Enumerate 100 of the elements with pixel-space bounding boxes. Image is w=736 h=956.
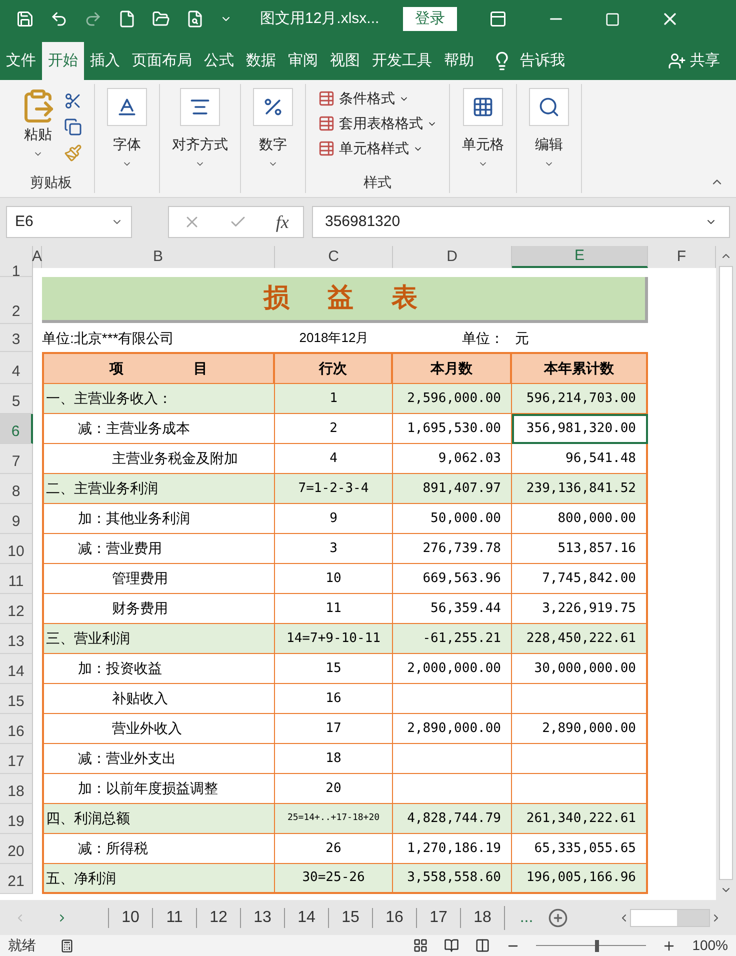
- ribbon-button[interactable]: 对齐方式: [172, 134, 228, 155]
- sheet-tab[interactable]: 14: [284, 908, 328, 928]
- ribbon-button[interactable]: 编辑: [535, 134, 563, 155]
- sheet-tab[interactable]: 10: [108, 908, 152, 928]
- month-amount-cell: 2,596,000.00: [393, 384, 512, 414]
- style-menu-button[interactable]: 条件格式: [318, 88, 437, 109]
- zoom-slider-thumb[interactable]: [594, 940, 599, 952]
- row-header[interactable]: 8: [0, 474, 33, 504]
- month-amount-cell: 4,828,744.79: [393, 804, 512, 834]
- column-header[interactable]: A: [33, 246, 42, 268]
- ribbon-tab[interactable]: 视图: [324, 42, 366, 80]
- row-header[interactable]: 6: [0, 414, 33, 444]
- ribbon-tab[interactable]: 帮助: [438, 42, 480, 80]
- row-header[interactable]: 21: [0, 864, 33, 894]
- print-preview-icon[interactable]: [186, 10, 204, 28]
- insert-function-button[interactable]: fx: [276, 208, 289, 236]
- sheet-tab[interactable]: 18: [460, 908, 504, 928]
- column-header[interactable]: C: [275, 246, 393, 268]
- item-cell: 减：营业外支出: [42, 744, 275, 774]
- year-amount-cell: 800,000.00: [512, 504, 648, 534]
- add-sheet-icon[interactable]: [548, 908, 568, 928]
- undo-icon[interactable]: [50, 10, 68, 28]
- row-header[interactable]: 7: [0, 444, 33, 474]
- ribbon-tab[interactable]: 开始: [42, 42, 84, 80]
- ribbon-tab[interactable]: 公式: [198, 42, 240, 80]
- new-file-icon[interactable]: [118, 10, 136, 28]
- ribbon-tab[interactable]: 数据: [240, 42, 282, 80]
- column-header[interactable]: F: [648, 246, 716, 268]
- cut-icon[interactable]: [64, 92, 82, 110]
- font-icon: [116, 96, 138, 118]
- row-header[interactable]: 9: [0, 504, 33, 534]
- line-number-cell: 17: [275, 714, 393, 744]
- horizontal-scrollbar[interactable]: [630, 908, 710, 926]
- line-number-cell: 26: [275, 834, 393, 864]
- zoom-in-icon[interactable]: [662, 938, 676, 952]
- style-menu-button[interactable]: 套用表格格式: [318, 113, 437, 134]
- sheet-tab[interactable]: 11: [152, 908, 196, 928]
- year-amount-cell: 7,745,842.00: [512, 564, 648, 594]
- table-style-icon: [318, 115, 335, 132]
- save-icon[interactable]: [16, 10, 34, 28]
- row-header[interactable]: 12: [0, 594, 33, 624]
- formula-field[interactable]: 356981320: [312, 206, 730, 238]
- sheet-tab[interactable]: 13: [240, 908, 284, 928]
- year-amount-cell: 65,335,055.65: [512, 834, 648, 864]
- table-header-cell: 行次: [275, 352, 393, 384]
- row-header[interactable]: 4: [0, 352, 33, 384]
- tell-me-button[interactable]: 告诉我: [520, 50, 565, 72]
- year-amount-cell: 2,890,000.00: [512, 714, 648, 744]
- maximize-icon[interactable]: [605, 12, 620, 26]
- row-header[interactable]: 16: [0, 714, 33, 744]
- login-button[interactable]: 登录: [403, 6, 458, 32]
- line-number-cell: 20: [275, 774, 393, 804]
- row-header[interactable]: 3: [0, 324, 33, 352]
- sheet-tab[interactable]: 17: [416, 908, 460, 928]
- ribbon-button[interactable]: 数字: [259, 134, 287, 155]
- row-header[interactable]: 1: [0, 268, 33, 277]
- page-break-view-icon[interactable]: [475, 938, 490, 953]
- line-number-cell: 11: [275, 594, 393, 624]
- line-number-cell: 30=25-26: [275, 864, 393, 894]
- column-header[interactable]: E: [512, 246, 648, 268]
- ribbon-tab[interactable]: 开发工具: [366, 42, 438, 80]
- ribbon-tab[interactable]: 审阅: [282, 42, 324, 80]
- more-sheets-button[interactable]: ...: [504, 906, 548, 930]
- ribbon-tab[interactable]: 文件: [0, 42, 42, 80]
- ribbon-tab[interactable]: 插入: [84, 42, 126, 80]
- row-header[interactable]: 13: [0, 624, 33, 654]
- row-header[interactable]: 5: [0, 384, 33, 414]
- group-label: 剪贴板: [30, 172, 72, 192]
- sheet-tab[interactable]: 15: [328, 908, 372, 928]
- page-layout-view-icon[interactable]: [444, 938, 460, 953]
- ribbon-button[interactable]: 单元格: [462, 134, 504, 155]
- row-header[interactable]: 19: [0, 804, 33, 834]
- row-header[interactable]: 11: [0, 564, 33, 594]
- row-header[interactable]: 18: [0, 774, 33, 804]
- sheet-tab[interactable]: 12: [196, 908, 240, 928]
- row-header[interactable]: 15: [0, 684, 33, 714]
- column-header[interactable]: B: [42, 246, 275, 268]
- row-header[interactable]: 2: [0, 277, 33, 324]
- copy-icon[interactable]: [64, 118, 82, 136]
- row-header[interactable]: 17: [0, 744, 33, 774]
- normal-view-icon[interactable]: [413, 938, 428, 953]
- open-folder-icon[interactable]: [152, 10, 170, 28]
- item-cell: 财务费用: [42, 594, 275, 624]
- share-button[interactable]: 共享: [690, 50, 720, 72]
- paste-button[interactable]: 粘贴: [24, 124, 52, 145]
- item-cell: 加：以前年度损益调整: [42, 774, 275, 804]
- row-header[interactable]: 14: [0, 654, 33, 684]
- name-box[interactable]: E6: [6, 206, 132, 238]
- month-amount-cell: 50,000.00: [393, 504, 512, 534]
- zoom-slider[interactable]: [536, 940, 646, 952]
- row-header[interactable]: 10: [0, 534, 33, 564]
- ribbon-tab[interactable]: 页面布局: [126, 42, 198, 80]
- style-menu-button[interactable]: 单元格样式: [318, 138, 437, 159]
- item-cell: 减：所得税: [42, 834, 275, 864]
- ribbon-button[interactable]: 字体: [113, 134, 141, 155]
- sheet-tab[interactable]: 16: [372, 908, 416, 928]
- unit-label: 单位：: [462, 328, 504, 348]
- ribbon-display-icon[interactable]: [489, 10, 508, 28]
- row-header[interactable]: 20: [0, 834, 33, 864]
- column-header[interactable]: D: [393, 246, 512, 268]
